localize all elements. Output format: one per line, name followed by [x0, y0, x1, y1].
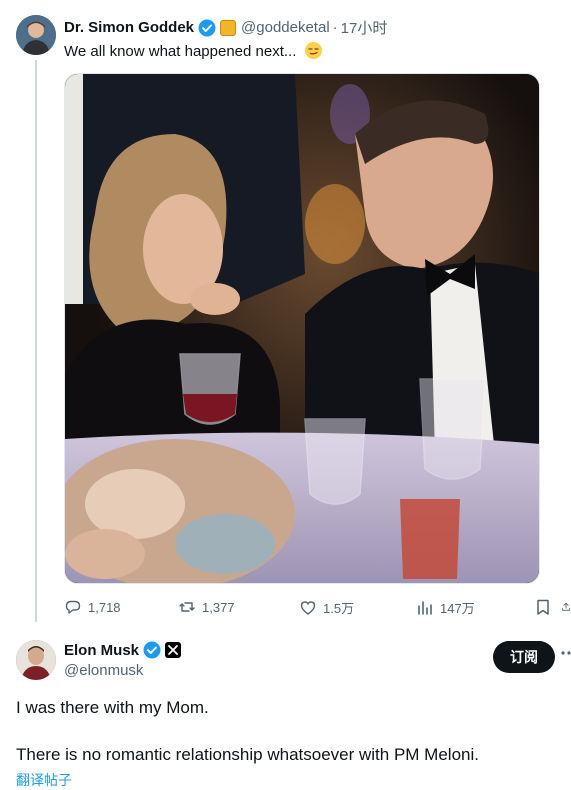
- reply-text-line-1: I was there with my Mom.: [16, 698, 209, 717]
- tweet-text: We all know what happened next...: [64, 42, 322, 60]
- gold-badge-icon: [220, 19, 237, 36]
- retweet-action[interactable]: 1,377: [178, 598, 235, 616]
- author-avatar[interactable]: [16, 15, 56, 55]
- share-action[interactable]: [561, 598, 571, 616]
- views-action[interactable]: 147万: [416, 598, 475, 617]
- reply-author-avatar[interactable]: [16, 640, 56, 680]
- tweet-header: Dr. Simon Goddek @goddeketal · 17小时: [64, 17, 387, 38]
- retweet-count: 1,377: [202, 599, 235, 615]
- retweet-icon: [179, 602, 195, 612]
- x-badge-icon: [165, 642, 182, 658]
- reply-author-name[interactable]: Elon Musk: [64, 642, 139, 659]
- bookmark-icon: [537, 599, 549, 615]
- bookmark-action[interactable]: [534, 598, 552, 616]
- share-icon: [562, 602, 570, 611]
- like-count: 1.5万: [323, 601, 355, 616]
- reply-icon: [65, 600, 81, 614]
- separator-dot: ·: [332, 19, 338, 36]
- author-name[interactable]: Dr. Simon Goddek: [64, 19, 194, 36]
- thread-connector-line: [35, 60, 37, 622]
- translate-post-link[interactable]: 翻译帖子: [16, 770, 72, 790]
- tweet-action-bar: 1,718 1,377 1.5万 147万: [64, 598, 571, 618]
- more-icon[interactable]: [561, 645, 571, 666]
- view-count: 147万: [440, 601, 475, 616]
- smirk-emoji-icon: [304, 42, 322, 59]
- reply-author-handle[interactable]: @elonmusk: [64, 662, 143, 679]
- like-icon: [300, 600, 316, 615]
- reply-text-line-2: There is no romantic relationship whatso…: [16, 745, 479, 764]
- tweet-text-content: We all know what happened next...: [64, 43, 297, 60]
- verified-badge-icon: [143, 641, 161, 659]
- like-action[interactable]: 1.5万: [299, 598, 354, 617]
- tweet-photo[interactable]: [64, 73, 540, 584]
- timestamp[interactable]: 17小时: [341, 17, 388, 38]
- reply-author-row: Elon Musk: [64, 641, 182, 659]
- verified-badge-icon: [198, 19, 216, 37]
- subscribe-button[interactable]: 订阅: [493, 641, 555, 673]
- author-handle[interactable]: @goddeketal: [241, 19, 330, 36]
- views-icon: [418, 600, 432, 615]
- reply-count: 1,718: [88, 599, 121, 615]
- reply-action[interactable]: 1,718: [64, 598, 121, 616]
